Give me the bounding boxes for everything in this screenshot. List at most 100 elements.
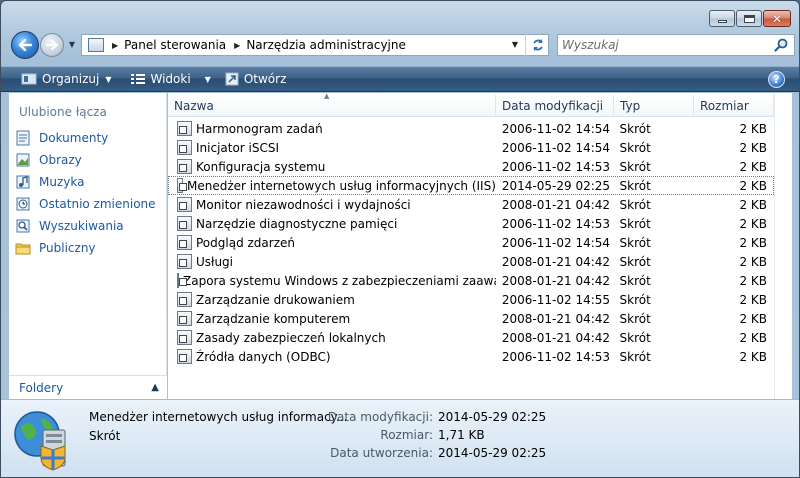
- details-pane: Menedżer internetowych usług informacy..…: [1, 399, 799, 477]
- file-size: 2 KB: [739, 349, 767, 364]
- help-icon: ?: [773, 73, 780, 86]
- close-icon: ✕: [771, 11, 783, 26]
- crumb-separator-icon: ▶: [112, 40, 119, 50]
- shortcut-icon: [177, 178, 187, 193]
- file-type: Skrót: [619, 235, 651, 250]
- file-row[interactable]: Konfiguracja systemu 2006-11-02 14:53 Skró…: [168, 157, 774, 176]
- file-row[interactable]: Źródła danych (ODBC) 2006-11-02 14:53 Skró…: [168, 347, 774, 366]
- breadcrumb-admin-tools[interactable]: Narzędzia administracyjne: [246, 38, 406, 52]
- file-name: Narzędzie diagnostyczne pamięci: [196, 216, 398, 231]
- organize-button[interactable]: Organizuj ▼: [15, 68, 117, 90]
- file-name-cell: Menedżer internetowych usług informacyjn…: [169, 178, 496, 193]
- search-input[interactable]: [562, 36, 772, 54]
- file-row[interactable]: Usługi 2008-01-21 04:42 Skrót 2 KB: [168, 252, 774, 271]
- sidebar-item-pictures[interactable]: Obrazy: [15, 149, 165, 171]
- column-header-name[interactable]: ▲ Nazwa: [168, 92, 496, 117]
- shortcut-icon: [177, 159, 192, 174]
- file-size: 2 KB: [739, 121, 767, 136]
- file-date: 2014-05-29 02:25: [501, 178, 611, 193]
- address-bar[interactable]: ▶ Panel sterowania ▶ Narzędzia administr…: [81, 34, 549, 56]
- file-size: 2 KB: [739, 235, 767, 250]
- file-date: 2006-11-02 14:53: [501, 216, 611, 231]
- maximize-button[interactable]: [736, 10, 762, 27]
- search-box[interactable]: [557, 34, 795, 56]
- shortcut-icon: [177, 311, 192, 326]
- file-row[interactable]: Zasady zabezpieczeń lokalnych 2008-01-21 …: [168, 328, 774, 347]
- file-type: Skrót: [619, 311, 651, 326]
- column-header-size[interactable]: Rozmiar: [694, 95, 774, 117]
- forward-arrow-icon: [46, 40, 58, 50]
- views-button[interactable]: Widoki ▼: [125, 68, 216, 90]
- sidebar-item-documents[interactable]: Dokumenty: [15, 127, 165, 149]
- file-name-cell: Zarządzanie komputerem: [169, 311, 496, 326]
- file-size: 2 KB: [739, 292, 767, 307]
- file-type: Skrót: [619, 273, 651, 288]
- prop-value[interactable]: 2014-05-29 02:25: [438, 410, 546, 428]
- prop-key: Data modyfikacji:: [327, 410, 433, 424]
- sidebar-item-public[interactable]: Publiczny: [15, 237, 165, 259]
- help-button[interactable]: ?: [768, 71, 785, 88]
- file-type: Skrót: [619, 254, 651, 269]
- scrollbar[interactable]: [774, 93, 792, 399]
- refresh-button[interactable]: [525, 34, 549, 56]
- address-dropdown-icon[interactable]: ▼: [512, 40, 518, 49]
- folders-toggle[interactable]: Foldery ▲: [9, 375, 167, 399]
- back-button[interactable]: [11, 31, 39, 59]
- column-header-date[interactable]: Data modyfikacji: [496, 95, 614, 117]
- column-header-label: Typ: [620, 99, 641, 113]
- file-row[interactable]: Menedżer internetowych usług informacyjn…: [168, 176, 774, 195]
- prop-value: 1,71 KB: [438, 428, 485, 442]
- file-row[interactable]: Inicjator iSCSI 2006-11-02 14:54 Skrót 2 KB: [168, 138, 774, 157]
- file-date: 2008-01-21 04:42: [501, 197, 611, 212]
- column-header-type[interactable]: Typ: [614, 95, 694, 117]
- file-type: Skrót: [619, 292, 651, 307]
- chevron-up-icon: ▲: [151, 382, 159, 393]
- back-arrow-icon: [18, 39, 32, 51]
- file-size: 2 KB: [739, 330, 767, 345]
- file-name: Zarządzanie komputerem: [196, 311, 351, 326]
- favorite-links-header: Ulubione łącza: [19, 105, 107, 119]
- views-icon: [131, 74, 146, 84]
- prop-key: Rozmiar:: [380, 428, 433, 442]
- sidebar-item-label: Obrazy: [39, 153, 82, 167]
- file-row[interactable]: Monitor niezawodności i wydajności 2008-0…: [168, 195, 774, 214]
- file-date: 2008-01-21 04:42: [501, 254, 611, 269]
- music-icon: [15, 174, 31, 190]
- file-name-cell: Podgląd zdarzeń: [169, 235, 496, 250]
- organize-label: Organizuj: [42, 72, 100, 86]
- file-row[interactable]: Narzędzie diagnostyczne pamięci 2006-11-0…: [168, 214, 774, 233]
- shortcut-icon: [177, 273, 187, 288]
- file-row[interactable]: Podgląd zdarzeń 2006-11-02 14:54 Skrót 2 KB: [168, 233, 774, 252]
- file-date: 2008-01-21 04:42: [501, 273, 611, 288]
- file-size: 2 KB: [739, 216, 767, 231]
- sidebar-item-label: Publiczny: [39, 241, 96, 255]
- chevron-down-icon: ▼: [105, 74, 112, 84]
- breadcrumb-control-panel[interactable]: Panel sterowania: [124, 38, 226, 52]
- open-button[interactable]: Otwórz: [219, 68, 293, 90]
- file-type: Skrót: [619, 330, 651, 345]
- navigation-bar: ▼ ▶ Panel sterowania ▶ Narzędzia adminis…: [9, 31, 795, 61]
- shortcut-icon: [177, 197, 192, 212]
- iis-manager-icon: [14, 411, 66, 471]
- prop-size: Rozmiar: 1,71 KB: [301, 428, 546, 446]
- sidebar-item-music[interactable]: Muzyka: [15, 171, 165, 193]
- prop-value[interactable]: 2014-05-29 02:25: [438, 446, 546, 464]
- file-row[interactable]: Zarządzanie komputerem 2008-01-21 04:42 Sk…: [168, 309, 774, 328]
- minimize-button[interactable]: [709, 10, 735, 27]
- sidebar-item-label: Muzyka: [39, 175, 85, 189]
- file-name-cell: Inicjator iSCSI: [169, 140, 496, 155]
- file-row[interactable]: Zapora systemu Windows z zabezpieczeniam…: [168, 271, 774, 290]
- sidebar-item-recent[interactable]: Ostatnio zmienione: [15, 193, 165, 215]
- sidebar-item-searches[interactable]: Wyszukiwania: [15, 215, 165, 237]
- details-type: Skrót: [89, 429, 121, 443]
- forward-button[interactable]: [40, 33, 64, 57]
- column-header-row: ▲ Nazwa Data modyfikacji Typ Rozmiar: [168, 92, 774, 117]
- command-toolbar: Organizuj ▼ Widoki ▼ Otwórz ?: [1, 66, 799, 92]
- file-row[interactable]: Harmonogram zadań 2006-11-02 14:54 Skrót 2 …: [168, 119, 774, 138]
- file-row[interactable]: Zarządzanie drukowaniem 2006-11-02 14:55 S…: [168, 290, 774, 309]
- search-icon[interactable]: [772, 36, 790, 54]
- close-button[interactable]: ✕: [763, 10, 791, 27]
- prop-key: Data utworzenia:: [330, 446, 433, 460]
- file-date: 2006-11-02 14:54: [501, 140, 611, 155]
- recent-pages-dropdown[interactable]: ▼: [67, 40, 77, 50]
